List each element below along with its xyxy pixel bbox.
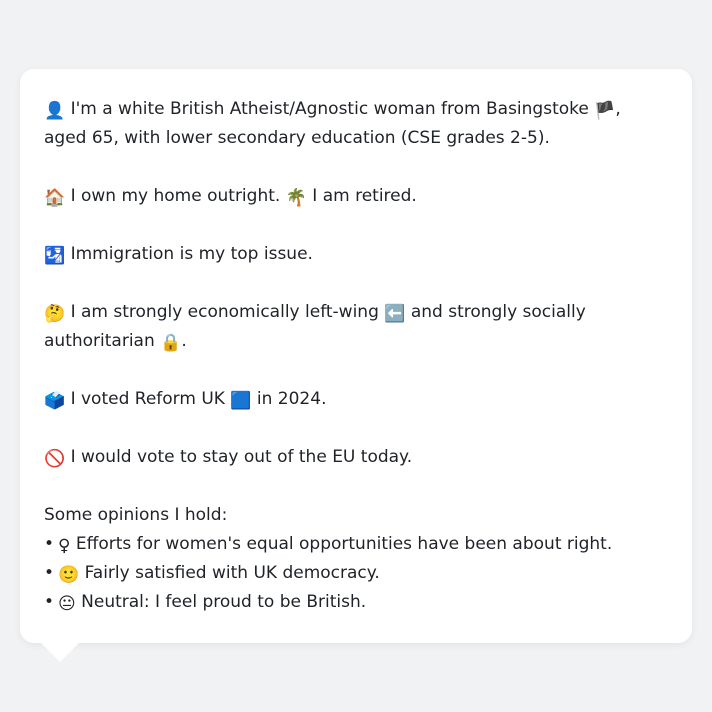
- female-sign-icon: ♀: [58, 536, 71, 556]
- work-text: I am retired.: [312, 186, 417, 206]
- home-text: I own my home outright.: [70, 186, 281, 206]
- speech-bubble-tail: [40, 642, 80, 662]
- opinions-heading: Some opinions I hold:: [44, 505, 228, 525]
- prohibited-icon: 🚫: [44, 449, 66, 469]
- bullet: •: [44, 563, 55, 583]
- vote-line: 🗳️ I voted Reform UK 🟦 in 2024.: [44, 385, 668, 414]
- vote-text-a: I voted Reform UK: [70, 389, 231, 409]
- vote-text-b: in 2024.: [251, 389, 327, 409]
- left-arrow-icon: ⬅️: [384, 304, 406, 324]
- politics-line: 🤔 I am strongly economically left-wing ⬅…: [44, 298, 668, 356]
- list-item: • 😐 Neutral: I feel proud to be British.: [44, 588, 668, 617]
- issue-text: Immigration is my top issue.: [70, 244, 313, 264]
- bullet: •: [44, 592, 55, 612]
- house-icon: 🏠: [44, 188, 66, 208]
- opinion-text: Fairly satisfied with UK democracy.: [84, 563, 380, 583]
- slightly-smiling-face-icon: 🙂: [58, 565, 80, 585]
- passport-control-icon: 🛂: [44, 246, 66, 266]
- person-icon: 👤: [44, 101, 66, 121]
- politics-text-a: I am strongly economically left-wing: [70, 302, 385, 322]
- neutral-face-icon: 😐: [58, 594, 76, 614]
- opinion-text: Neutral: I feel proud to be British.: [81, 592, 367, 612]
- lock-icon: 🔒: [160, 333, 182, 353]
- bullet: •: [44, 534, 55, 554]
- palm-tree-icon: 🌴: [285, 188, 307, 208]
- home-line: 🏠 I own my home outright. 🌴 I am retired…: [44, 182, 668, 211]
- opinions-list: • ♀ Efforts for women's equal opportuniti…: [44, 530, 668, 617]
- eu-text: I would vote to stay out of the EU today…: [70, 447, 413, 467]
- ballot-box-icon: 🗳️: [44, 391, 66, 411]
- england-flag-icon: 🏴: [594, 101, 616, 121]
- intro-line: 👤 I'm a white British Atheist/Agnostic w…: [44, 95, 668, 153]
- eu-line: 🚫 I would vote to stay out of the EU tod…: [44, 443, 668, 472]
- opinion-text: Efforts for women's equal opportunities …: [75, 534, 613, 554]
- intro-text-a: I'm a white British Atheist/Agnostic wom…: [70, 99, 595, 119]
- politics-text-c: .: [181, 331, 187, 351]
- thinking-face-icon: 🤔: [44, 304, 66, 324]
- issue-line: 🛂 Immigration is my top issue.: [44, 240, 668, 269]
- list-item: • 🙂 Fairly satisfied with UK democracy.: [44, 559, 668, 588]
- blue-square-icon: 🟦: [230, 391, 252, 411]
- list-item: • ♀ Efforts for women's equal opportuniti…: [44, 530, 668, 559]
- profile-card: 👤 I'm a white British Atheist/Agnostic w…: [20, 69, 692, 643]
